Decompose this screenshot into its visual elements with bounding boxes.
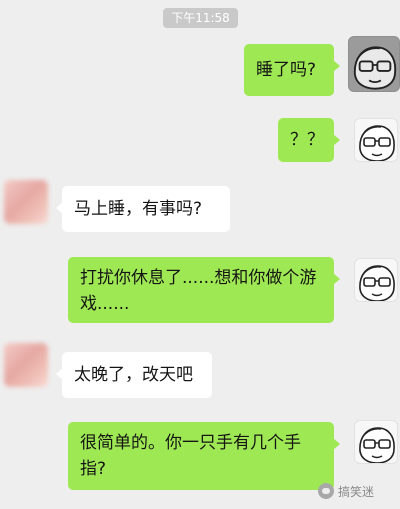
message-bubble-sent[interactable]: ？？ bbox=[278, 118, 340, 162]
message-bubble-sent[interactable]: 很简单的。你一只手有几个手指? bbox=[68, 422, 340, 490]
message-text: 打扰你休息了......想和你做个游戏...... bbox=[80, 268, 317, 314]
wechat-logo-icon bbox=[318, 483, 334, 499]
message-text: ？？ bbox=[290, 130, 324, 150]
avatar-self[interactable] bbox=[354, 420, 398, 464]
watermark-text: 搞笑迷 bbox=[338, 484, 375, 499]
avatar-self[interactable] bbox=[354, 118, 398, 162]
watermark: 搞笑迷 bbox=[318, 480, 398, 502]
glasses-face-icon bbox=[359, 125, 395, 161]
message-text: 很简单的。你一只手有几个手指? bbox=[80, 433, 301, 479]
message-text: 马上睡，有事吗? bbox=[74, 199, 203, 219]
message-text: 睡了吗? bbox=[256, 60, 317, 80]
message-bubble-received[interactable]: 马上睡，有事吗? bbox=[56, 186, 230, 232]
message-bubble-sent[interactable]: 打扰你休息了......想和你做个游戏...... bbox=[68, 257, 340, 323]
glasses-face-icon bbox=[359, 427, 395, 463]
glasses-face-icon bbox=[359, 265, 395, 301]
avatar-contact[interactable] bbox=[4, 180, 48, 224]
message-bubble-sent[interactable]: 睡了吗? bbox=[244, 44, 340, 96]
message-text: 太晚了，改天吧 bbox=[74, 365, 193, 385]
message-bubble-received[interactable]: 太晚了，改天吧 bbox=[56, 352, 212, 398]
avatar-self[interactable] bbox=[348, 36, 400, 92]
timestamp: 下午11:58 bbox=[163, 8, 238, 28]
avatar-contact[interactable] bbox=[4, 343, 48, 387]
avatar-self[interactable] bbox=[354, 258, 398, 302]
glasses-face-icon bbox=[353, 46, 397, 90]
